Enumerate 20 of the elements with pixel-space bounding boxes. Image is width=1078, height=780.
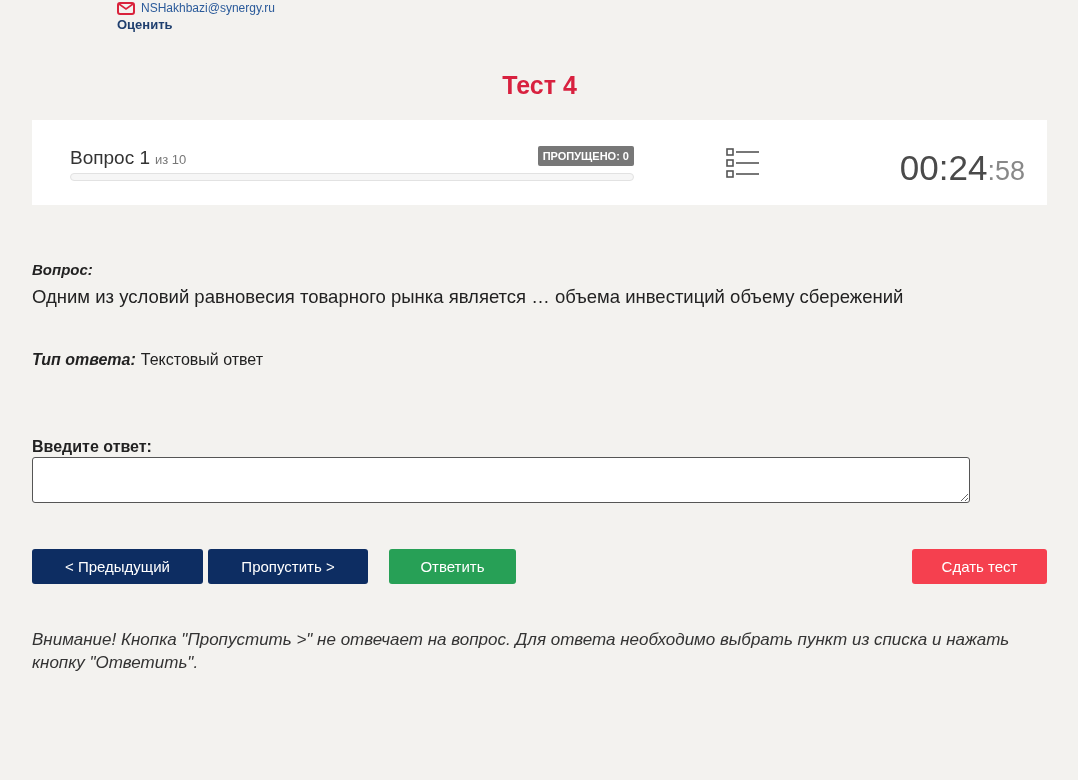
mail-icon bbox=[117, 1, 135, 15]
email-link[interactable]: NSHakhbazi@synergy.ru bbox=[141, 1, 275, 15]
question-label: Вопрос: bbox=[32, 260, 94, 280]
question-total: из 10 bbox=[155, 152, 187, 168]
skipped-badge: ПРОПУЩЕНО: 0 bbox=[537, 146, 634, 166]
nav-button[interactable]: Пропустить > bbox=[208, 549, 368, 584]
list-icon[interactable] bbox=[726, 147, 760, 178]
timer-time: 00:24 bbox=[899, 147, 988, 188]
rate-link[interactable]: Оценить bbox=[117, 17, 173, 33]
test-title: Тест 4 bbox=[501, 70, 578, 100]
answer-label: Введите ответ: bbox=[32, 437, 153, 456]
question-number: Вопрос 1 bbox=[70, 147, 150, 169]
question-text: Одним из условий равновесия товарного рынка является … объема инвестиций объему сбережений bbox=[32, 285, 905, 309]
answer-type-label: Тип ответа: bbox=[32, 350, 136, 370]
answer-field[interactable] bbox=[32, 457, 970, 503]
warning-note: Внимание! Кнопка "Пропустить >" не отвечает на вопрос. Для ответа необходимо выбрать пункт из списка и нажать кнопку "Ответить". bbox=[32, 629, 1011, 674]
submit-test-button[interactable]: Сдать тест bbox=[912, 549, 1047, 584]
answer-type-value: Текстовый ответ bbox=[140, 350, 264, 370]
timer-seconds: :58 bbox=[987, 154, 1025, 187]
nav-button[interactable]: < Предыдущий bbox=[32, 549, 203, 584]
